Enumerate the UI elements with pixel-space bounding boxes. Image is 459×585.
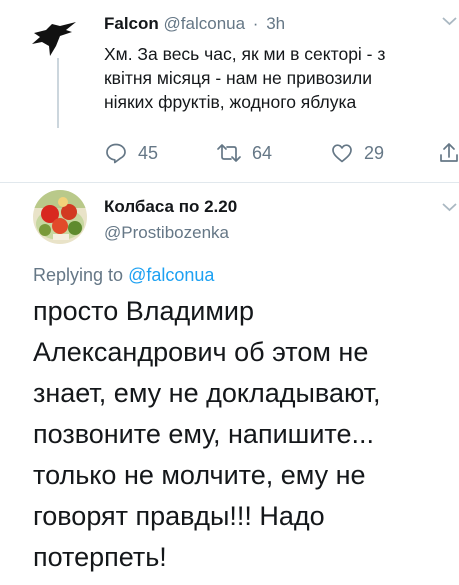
retweet-button[interactable]: 64 [216,138,272,168]
like-count: 29 [364,142,385,163]
tweet-text-line: Хм. За весь час, як ми в секторі - з [104,44,386,64]
tweet-divider [0,182,459,183]
tweet-text-line: только не молчите, ему не [33,460,366,490]
retweet-count: 64 [252,142,273,163]
tweet-text: просто Владимир Александрович об этом не… [33,291,459,578]
author-handle[interactable]: @falconua [164,14,246,33]
tweet-text-line: квітня місяця - нам не привозили [104,68,373,88]
tweet-text-line: ніяких фруктів, жодного яблука [104,92,357,112]
replying-to-link[interactable]: @falconua [128,265,214,285]
tweet-text: Хм. За весь час, як ми в секторі - з кві… [104,42,459,114]
author-name[interactable]: Falcon [104,14,159,33]
tweet-text-line: знает, ему не докладывают, [33,378,381,408]
tweet-text-line: позвоните ему, напишите... [33,419,374,449]
tweet-text-line: потерпеть! [33,542,167,572]
header-separator: · [252,14,259,33]
share-icon [438,141,459,165]
heart-icon [330,141,354,165]
crow-avatar[interactable] [30,20,82,58]
profile-avatar[interactable] [33,190,87,244]
tweet-text-line: Александрович об этом не [33,337,369,367]
author-handle[interactable]: @Prostibozenka [104,222,229,244]
share-button[interactable] [438,138,459,168]
reply-button[interactable]: 45 [104,138,158,168]
tweet-text-line: говорят правды!!! Надо [33,501,325,531]
tweet-text-line: просто Владимир [33,296,255,326]
tweet-header: Falcon @falconua · 3h [104,13,285,35]
author-name[interactable]: Колбаса по 2.20 [104,196,237,218]
chevron-down-icon[interactable] [440,200,459,214]
like-button[interactable]: 29 [330,138,384,168]
thread-line [57,58,59,128]
tweet-timestamp[interactable]: 3h [266,14,285,33]
retweet-icon [216,141,242,165]
replying-to-label: Replying to [33,265,124,285]
chevron-down-icon[interactable] [440,14,459,28]
tweet-actions: 45 64 29 [100,138,459,168]
reply-count: 45 [138,142,159,163]
reply-icon [104,141,128,165]
parent-tweet[interactable]: Falcon @falconua · 3h Хм. За весь час, я… [0,0,459,182]
replying-to-line: Replying to @falconua [33,263,214,287]
